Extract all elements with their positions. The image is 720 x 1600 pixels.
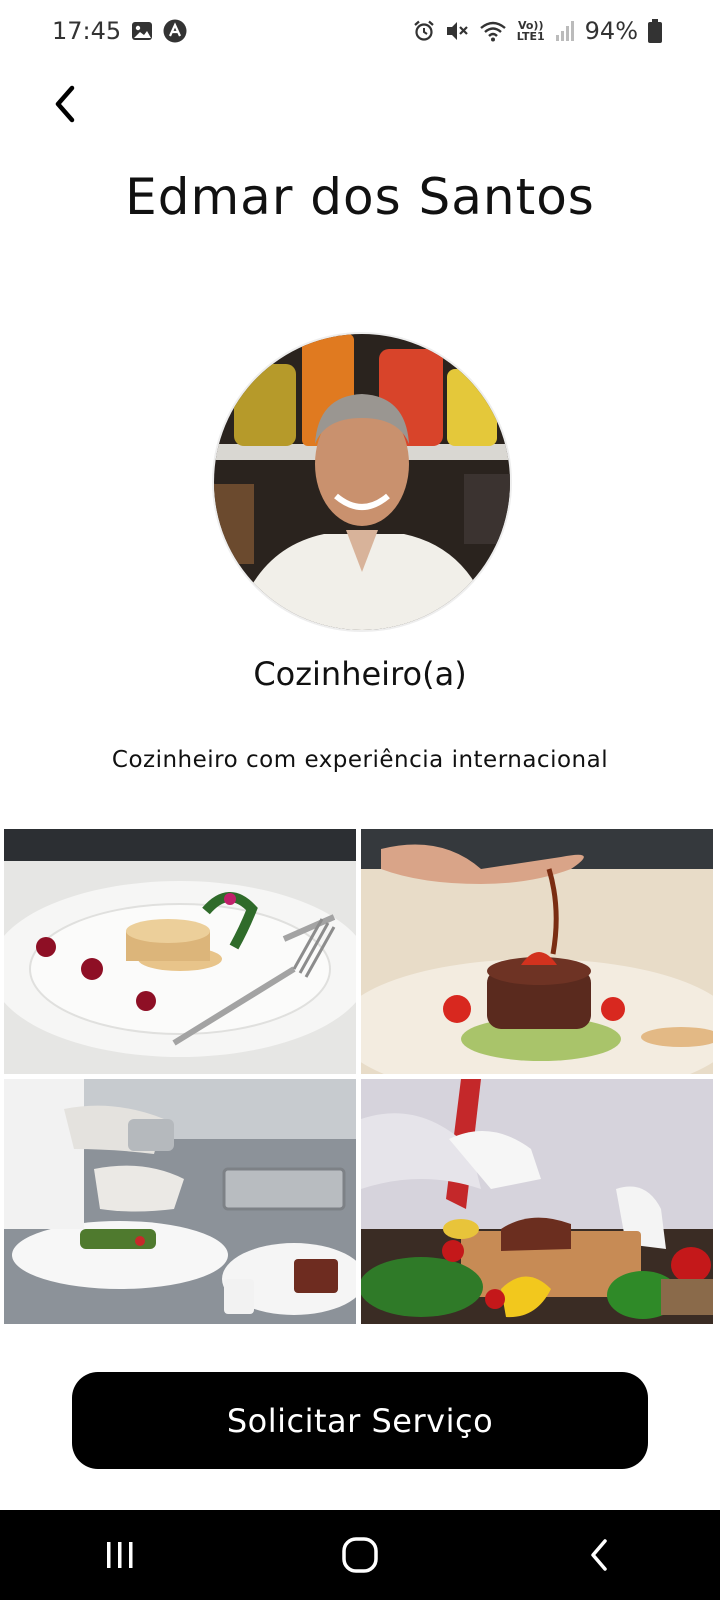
battery-percent: 94% xyxy=(584,17,638,45)
battery-icon xyxy=(648,19,662,43)
system-nav-bar xyxy=(0,1510,720,1600)
chef-vegetables-photo[interactable] xyxy=(361,1079,713,1324)
mute-icon xyxy=(445,20,469,42)
photo-gallery xyxy=(4,829,716,1329)
alarm-icon xyxy=(413,20,435,42)
status-bar-left: 17:45 xyxy=(52,17,187,45)
profile-role: Cozinheiro(a) xyxy=(253,655,467,693)
request-service-button[interactable]: Solicitar Serviço xyxy=(72,1372,648,1469)
volte-icon: Vo)) LTE1 xyxy=(517,20,545,42)
recent-apps-button[interactable] xyxy=(80,1525,160,1585)
app-badge-icon xyxy=(163,19,187,43)
page-title: Edmar dos Santos xyxy=(125,168,595,226)
back-icon xyxy=(591,1539,607,1571)
wifi-icon xyxy=(479,20,507,42)
chevron-left-icon xyxy=(55,85,75,123)
home-icon xyxy=(342,1537,378,1573)
status-bar: 17:45 Vo)) LTE1 94% xyxy=(0,0,720,62)
avatar xyxy=(212,332,512,632)
image-icon xyxy=(131,20,153,42)
nav-back-button[interactable] xyxy=(560,1525,640,1585)
back-button[interactable] xyxy=(42,80,90,128)
home-button[interactable] xyxy=(320,1525,400,1585)
volte-label-bottom: LTE1 xyxy=(516,30,545,43)
recent-apps-icon xyxy=(107,1542,133,1568)
beef-sauce-pour-photo[interactable] xyxy=(361,829,713,1074)
profile-description: Cozinheiro com experiência internacional xyxy=(111,747,609,773)
plated-foie-gras-photo[interactable] xyxy=(4,829,356,1074)
status-time: 17:45 xyxy=(52,17,122,45)
status-bar-right: Vo)) LTE1 94% xyxy=(413,17,662,45)
signal-icon xyxy=(555,20,575,42)
chef-plating-photo[interactable] xyxy=(4,1079,356,1324)
